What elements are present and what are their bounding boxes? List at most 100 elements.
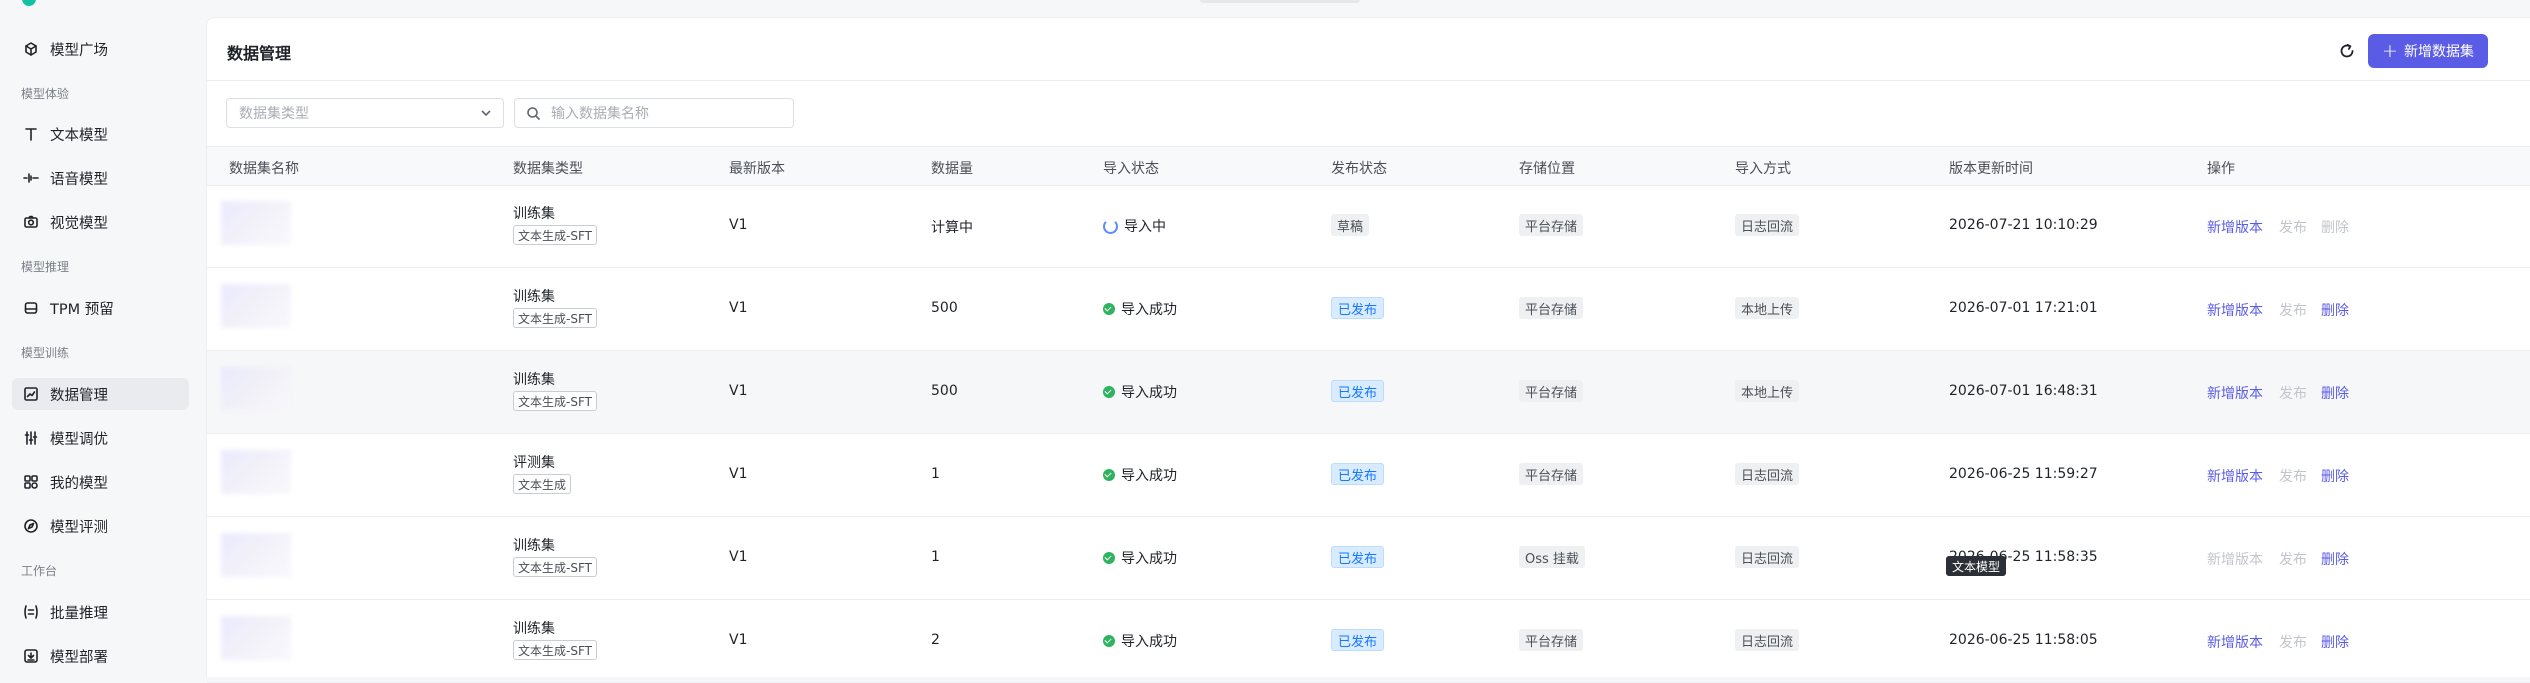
update-time: 2026-06-25 11:59:27 [1949,466,2098,482]
refresh-button[interactable] [2327,38,2367,68]
database-icon [22,299,40,317]
sidebar-item-text-model[interactable]: 文本模型 [12,118,189,150]
model-square-icon [22,40,40,58]
column-header: 导入状态 [1103,161,1159,177]
refresh-icon [2338,42,2356,64]
add-version-link[interactable]: 新增版本 [2207,217,2263,237]
dataset-name-redacted [221,450,291,494]
sidebar-item-vision-model[interactable]: 视觉模型 [12,206,189,238]
sidebar-item-label: 文本模型 [50,127,108,144]
dataset-task-tag: 文本生成 [513,474,572,494]
sidebar-item-voice-model[interactable]: 语音模型 [12,162,189,194]
dataset-type-select[interactable]: 数据集类型 [226,98,504,128]
dataset-task-tag: 文本生成-SFT [513,391,597,411]
list-icon [22,603,40,621]
sliders-icon [22,429,40,447]
column-header: 操作 [2207,161,2235,177]
sidebar: 模型广场 模型体验 文本模型 语音模型 视觉模型 模型推理 TPM 预留 模型训… [0,0,205,676]
delete-link[interactable]: 删除 [2321,549,2349,569]
storage-badge: 平台存储 [1519,629,1584,651]
chart-icon [22,385,40,403]
dataset-name-redacted [221,616,291,660]
sidebar-item-tpm[interactable]: TPM 预留 [12,292,189,324]
sidebar-item-data-management[interactable]: 数据管理 [12,378,189,410]
sidebar-item-label: 视觉模型 [50,215,108,232]
storage-badge: 平台存储 [1519,297,1584,319]
table-row: 训练集 文本生成-SFT V1 500 导入成功 已发布 平台存储 本地上传 2… [207,351,2530,434]
data-count: 500 [931,300,958,316]
table-row: 训练集 文本生成-SFT V1 1 导入成功 已发布 Oss 挂载 日志回流 2… [207,517,2530,600]
publish-status-badge: 已发布 [1331,629,1385,651]
add-version-link[interactable]: 新增版本 [2207,549,2263,569]
publish-status-badge: 已发布 [1331,297,1385,319]
update-time: 2026-07-01 17:21:01 [1949,300,2098,316]
column-header: 导入方式 [1735,161,1791,177]
delete-link[interactable]: 删除 [2321,466,2349,486]
add-version-link[interactable]: 新增版本 [2207,300,2263,320]
dataset-name-redacted [221,201,291,245]
add-version-link[interactable]: 新增版本 [2207,383,2263,403]
column-header: 版本更新时间 [1949,161,2033,177]
update-time: 2026-07-01 16:48:31 [1949,383,2098,399]
column-header: 存储位置 [1519,161,1575,177]
publish-link[interactable]: 发布 [2279,300,2307,320]
search-input[interactable]: 输入数据集名称 [514,98,794,128]
delete-link[interactable]: 删除 [2321,632,2349,652]
dataset-type: 训练集 [513,289,555,305]
add-version-link[interactable]: 新增版本 [2207,466,2263,486]
add-version-link[interactable]: 新增版本 [2207,632,2263,652]
dataset-task-tag: 文本生成-SFT [513,640,597,660]
import-status: 导入成功 [1103,465,1177,485]
sidebar-item-label: 模型部署 [50,649,108,666]
sidebar-item-label: 批量推理 [50,605,108,622]
section-label: 工作台 [21,564,58,578]
delete-link[interactable]: 删除 [2321,383,2349,403]
update-time: 2026-06-25 11:58:05 [1949,632,2098,648]
import-method-badge: 日志回流 [1735,463,1800,485]
sidebar-item-label: 数据管理 [50,387,108,404]
import-method-badge: 日志回流 [1735,629,1800,651]
latest-version: V1 [729,383,748,399]
table-row: 训练集 文本生成-SFT V1 500 导入成功 已发布 平台存储 本地上传 2… [207,268,2530,351]
import-status: 导入成功 [1103,299,1177,319]
sidebar-item-tuning[interactable]: 模型调优 [12,422,189,454]
import-status: 导入成功 [1103,382,1177,402]
dataset-name-redacted [221,367,291,411]
table-row: 评测集 文本生成 V1 1 导入成功 已发布 平台存储 日志回流 2026-06… [207,434,2530,517]
sidebar-item-batch-inference[interactable]: 批量推理 [12,596,189,628]
dataset-type: 训练集 [513,538,555,554]
publish-link[interactable]: 发布 [2279,466,2307,486]
latest-version: V1 [729,549,748,565]
tooltip: 文本模型 [1946,556,2007,576]
voice-icon [22,169,40,187]
add-dataset-button[interactable]: + 新增数据集 [2368,34,2488,68]
import-status: 导入成功 [1103,548,1177,568]
publish-status-badge: 已发布 [1331,463,1385,485]
dataset-type: 训练集 [513,372,555,388]
column-header: 发布状态 [1331,161,1387,177]
divider [207,80,2530,81]
import-method-badge: 本地上传 [1735,380,1800,402]
import-status: 导入中 [1103,216,1166,236]
sidebar-item-label: TPM 预留 [50,301,114,318]
data-count: 1 [931,549,940,565]
delete-link[interactable]: 删除 [2321,300,2349,320]
sidebar-item-model-square[interactable]: 模型广场 [12,33,189,65]
delete-link[interactable]: 删除 [2321,217,2349,237]
latest-version: V1 [729,217,748,233]
storage-badge: 平台存储 [1519,380,1584,402]
import-method-badge: 日志回流 [1735,546,1800,568]
publish-link[interactable]: 发布 [2279,549,2307,569]
dataset-task-tag: 文本生成-SFT [513,557,597,577]
publish-link[interactable]: 发布 [2279,383,2307,403]
sidebar-item-my-models[interactable]: 我的模型 [12,466,189,498]
search-icon [526,106,541,121]
sidebar-item-evaluation[interactable]: 模型评测 [12,510,189,542]
publish-link[interactable]: 发布 [2279,217,2307,237]
publish-link[interactable]: 发布 [2279,632,2307,652]
success-icon [1103,303,1115,315]
latest-version: V1 [729,300,748,316]
dataset-type: 训练集 [513,206,555,222]
sidebar-item-deploy[interactable]: 模型部署 [12,640,189,672]
dataset-task-tag: 文本生成-SFT [513,308,597,328]
